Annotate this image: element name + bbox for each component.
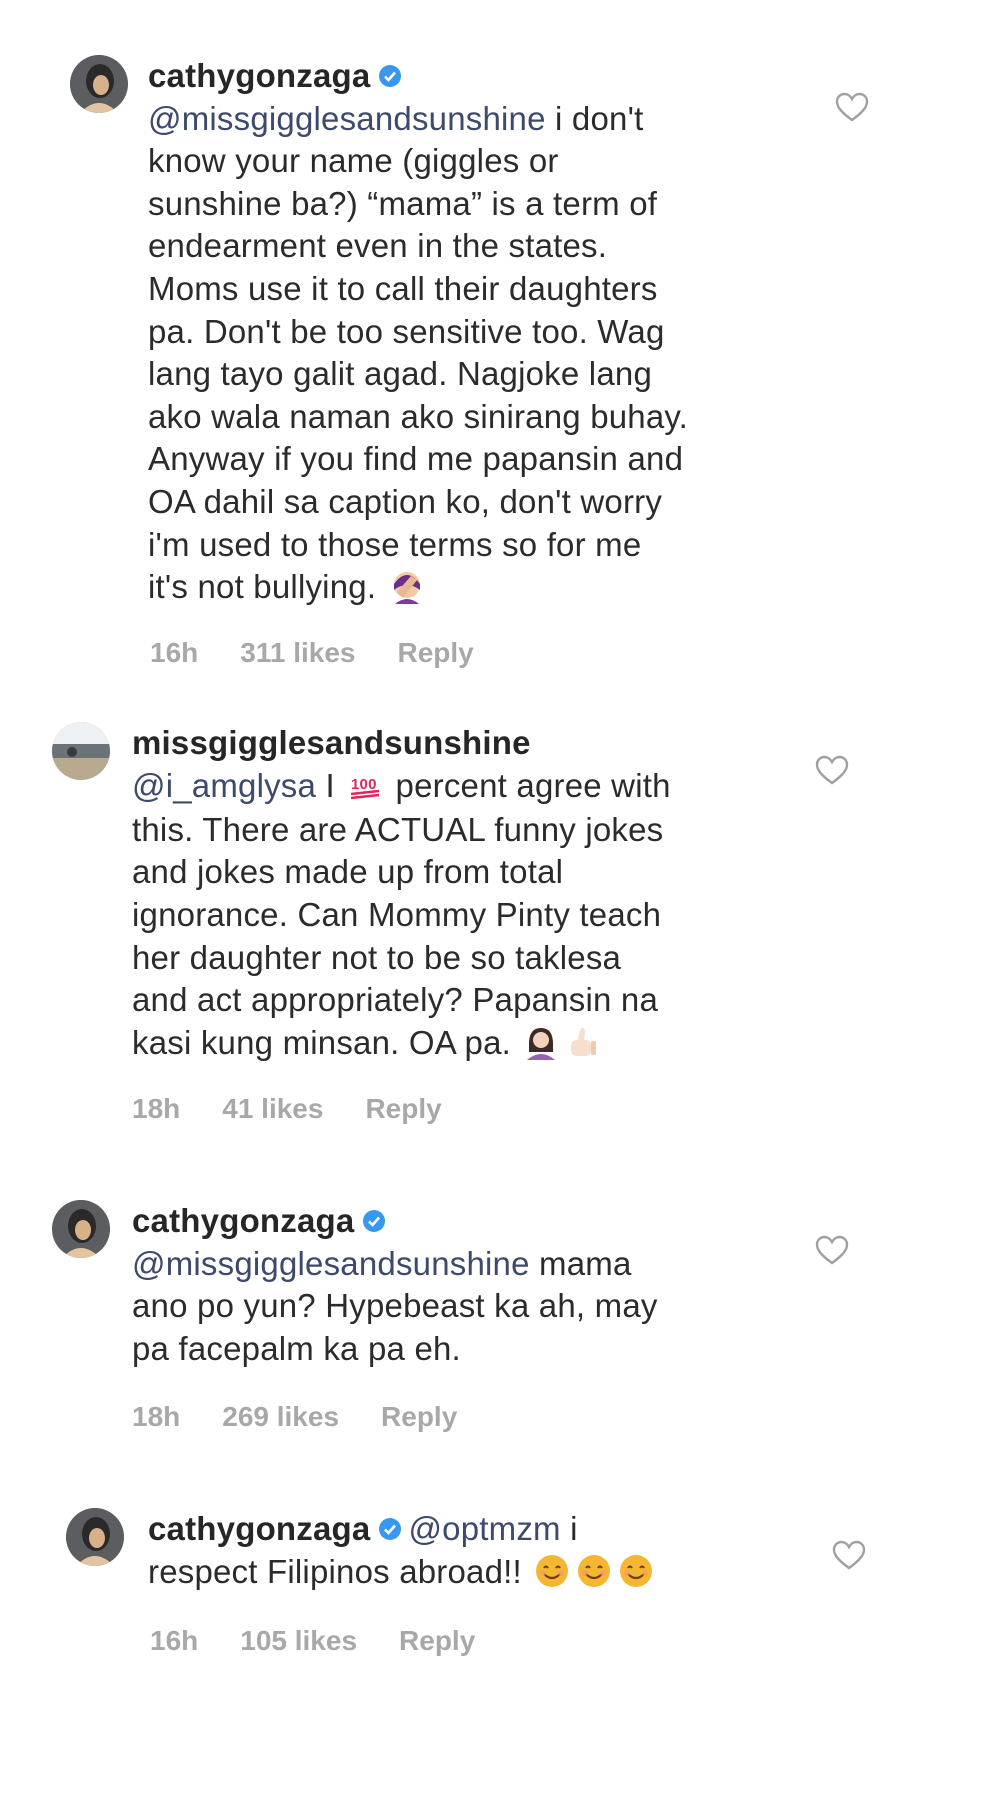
comment-text: percent agree with <box>386 766 671 804</box>
comment-text: respect Filipinos abroad!! <box>148 1552 522 1590</box>
reply-button[interactable]: Reply <box>381 1401 457 1432</box>
avatar[interactable] <box>66 1508 124 1566</box>
comment-time: 18h <box>132 1093 181 1124</box>
verified-badge-icon <box>378 1517 402 1541</box>
comment-text: this. There are ACTUAL funny jokes <box>132 810 664 848</box>
comment-text: Moms use it to call their daughters <box>148 269 658 307</box>
comment-time: 16h <box>150 637 199 668</box>
avatar[interactable] <box>52 1200 110 1258</box>
comment-likes[interactable]: 105 likes <box>240 1625 357 1656</box>
comment-meta: 16h 105 likes Reply <box>150 1625 517 1657</box>
comments-screen: { "colors": { "text": "#262626", "meta":… <box>0 0 1000 1800</box>
like-heart-icon[interactable] <box>815 1235 849 1265</box>
comment-text: it's not bullying. <box>148 568 377 606</box>
comment-text: pa. Don't be too sensitive too. Wag <box>148 312 665 350</box>
comment-time: 16h <box>150 1625 199 1656</box>
comment-text: endearment even in the states. <box>148 227 608 265</box>
comment-body: cathygonzaga @missgigglesandsunshine mam… <box>132 1200 658 1370</box>
comment-text: ako wala naman ako sinirang buhay. <box>148 397 689 435</box>
avatar[interactable] <box>70 55 128 113</box>
smiling-face-emoji-icon <box>534 1553 570 1589</box>
comment-username[interactable]: cathygonzaga <box>148 1510 370 1547</box>
comment-text: pa facepalm ka pa eh. <box>132 1329 461 1367</box>
mention-link[interactable]: @missgigglesandsunshine <box>132 1245 530 1282</box>
comment-likes[interactable]: 269 likes <box>222 1401 339 1432</box>
comment-username[interactable]: missgigglesandsunshine <box>132 724 531 761</box>
comment-text: and jokes made up from total <box>132 853 564 891</box>
comment-username[interactable]: cathygonzaga <box>148 57 370 94</box>
mention-link[interactable]: @missgigglesandsunshine <box>148 100 546 137</box>
comment-meta: 18h 269 likes Reply <box>132 1401 499 1433</box>
comment-body: cathygonzaga @missgigglesandsunshine i d… <box>148 55 688 610</box>
comment-meta: 16h 311 likes Reply <box>150 637 516 669</box>
comment-text: OA dahil sa caption ko, don't worry <box>148 482 663 520</box>
smiling-face-emoji-icon <box>618 1553 654 1589</box>
comment-body: cathygonzaga @optmzm i respect Filipinos … <box>148 1508 657 1595</box>
comment-likes[interactable]: 311 likes <box>240 637 355 668</box>
comment-text: i <box>560 1510 578 1547</box>
mention-link[interactable]: @i_amglysa <box>132 767 316 804</box>
comment-likes[interactable]: 41 likes <box>222 1093 323 1124</box>
comment-text: i'm used to those terms so for me <box>148 525 642 563</box>
reply-button[interactable]: Reply <box>397 637 473 668</box>
comment-text: know your name (giggles or <box>148 142 559 180</box>
comment-time: 18h <box>132 1401 181 1432</box>
comment-text: i don't <box>545 99 644 137</box>
woman-gesturing-emoji-icon <box>523 1024 559 1061</box>
comment-username[interactable]: cathygonzaga <box>132 1202 354 1239</box>
comment-meta: 18h 41 likes Reply <box>132 1093 484 1125</box>
thumbs-up-emoji-icon <box>565 1024 601 1060</box>
comment-text: kasi kung minsan. OA pa. <box>132 1023 511 1061</box>
smiling-face-emoji-icon <box>576 1553 612 1589</box>
comment-body: missgigglesandsunshine @i_amglysa I 100 … <box>132 722 671 1066</box>
verified-badge-icon <box>378 64 402 88</box>
comment-text: sunshine ba?) “mama” is a term of <box>148 184 658 222</box>
like-heart-icon[interactable] <box>832 1540 866 1570</box>
like-heart-icon[interactable] <box>815 755 849 785</box>
hundred-points-emoji-icon: 100 <box>347 767 383 803</box>
comment-text: Anyway if you find me papansin and <box>148 440 684 478</box>
reply-button[interactable]: Reply <box>399 1625 475 1656</box>
comment-text: her daughter not to be so taklesa <box>132 938 622 976</box>
comment-text: I <box>316 766 345 804</box>
comment-text: mama <box>529 1244 632 1282</box>
reply-button[interactable]: Reply <box>365 1093 441 1124</box>
facepalm-emoji-icon <box>389 568 425 605</box>
comment-text: ano po yun? Hypebeast ka ah, may <box>132 1287 658 1325</box>
verified-badge-icon <box>362 1209 386 1233</box>
comment-text: lang tayo galit agad. Nagjoke lang <box>148 355 652 393</box>
comment-text: and act appropriately? Papansin na <box>132 981 659 1019</box>
mention-link[interactable]: @optmzm <box>408 1510 560 1547</box>
comment-text: ignorance. Can Mommy Pinty teach <box>132 896 662 934</box>
like-heart-icon[interactable] <box>835 92 869 122</box>
avatar[interactable] <box>52 722 110 780</box>
